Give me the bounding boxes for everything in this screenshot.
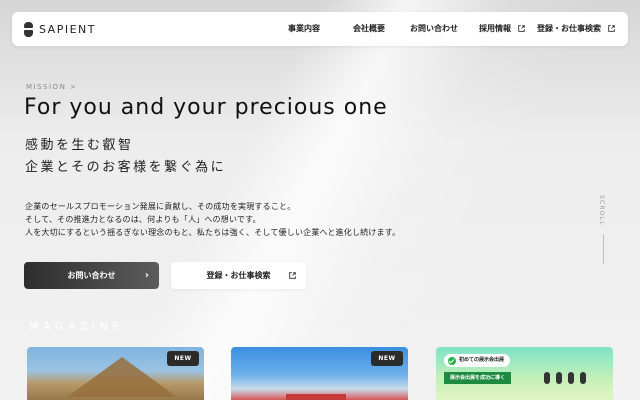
magazine-card-1[interactable]: NEW [27, 347, 204, 400]
external-link-icon [518, 25, 525, 32]
magazine-heading: MAGAZINE [29, 320, 124, 333]
card-1-image [67, 357, 177, 397]
check-circle-icon [448, 356, 456, 365]
chevron-right-icon: › [144, 270, 149, 281]
logo[interactable]: SAPIENT [24, 21, 96, 37]
register-button[interactable]: 登録・お仕事検索 [171, 262, 306, 289]
site-header: SAPIENT 事業内容 会社概要 お問い合わせ 採用情報 登録・お仕事検索 [12, 12, 628, 46]
magazine-card-3[interactable]: 初めての展示会出展 展示会出展を成功に導く [436, 347, 613, 400]
external-link-icon [608, 25, 615, 32]
contact-button[interactable]: お問い合わせ › [24, 262, 159, 289]
card-3-banner: 展示会出展を成功に導く [444, 372, 512, 384]
external-link-icon [289, 272, 296, 279]
magazine-card-2[interactable]: NEW [231, 347, 408, 400]
hero-title: For you and your precious one [24, 95, 388, 120]
hero-subtitle-line2: 企業とそのお客様を繋ぐ為に [25, 160, 227, 175]
scroll-indicator-label: SCROLL [598, 195, 605, 226]
nav-item-company[interactable]: 会社概要 [353, 12, 385, 46]
register-button-label: 登録・お仕事検索 [206, 271, 271, 280]
pin-icon [568, 372, 574, 384]
hero-body-line1: 企業のセールスプロモーション発展に貢献し、その成功を実現すること。 [25, 202, 296, 211]
logo-text: SAPIENT [39, 22, 96, 36]
new-badge: NEW [371, 351, 403, 366]
mission-link[interactable]: MISSION > [26, 83, 77, 91]
scroll-indicator-line [603, 234, 604, 264]
pin-icon [556, 372, 562, 384]
hero-body-line2: そして、その推進力となるのは、何よりも「人」への想いです。 [25, 215, 261, 224]
hero-body-line3: 人を大切にするという揺るぎない理念のもと、私たちは強く、そして優しい企業へと進化… [25, 228, 401, 237]
nav-item-contact[interactable]: お問い合わせ [410, 12, 458, 46]
pin-icon [580, 372, 586, 384]
new-badge: NEW [167, 351, 199, 366]
nav-item-recruit[interactable]: 採用情報 [479, 12, 525, 46]
hero-background [0, 0, 640, 400]
nav-item-business[interactable]: 事業内容 [288, 12, 320, 46]
hero-subtitle-line1: 感動を生む叡智 [25, 138, 134, 153]
contact-button-label: お問い合わせ [67, 271, 116, 280]
card-3-tag: 初めての展示会出展 [444, 354, 511, 367]
logo-mark-icon [24, 21, 33, 37]
nav-item-register[interactable]: 登録・お仕事検索 [537, 12, 615, 46]
card-2-image [286, 394, 346, 400]
pin-icon [544, 372, 550, 384]
